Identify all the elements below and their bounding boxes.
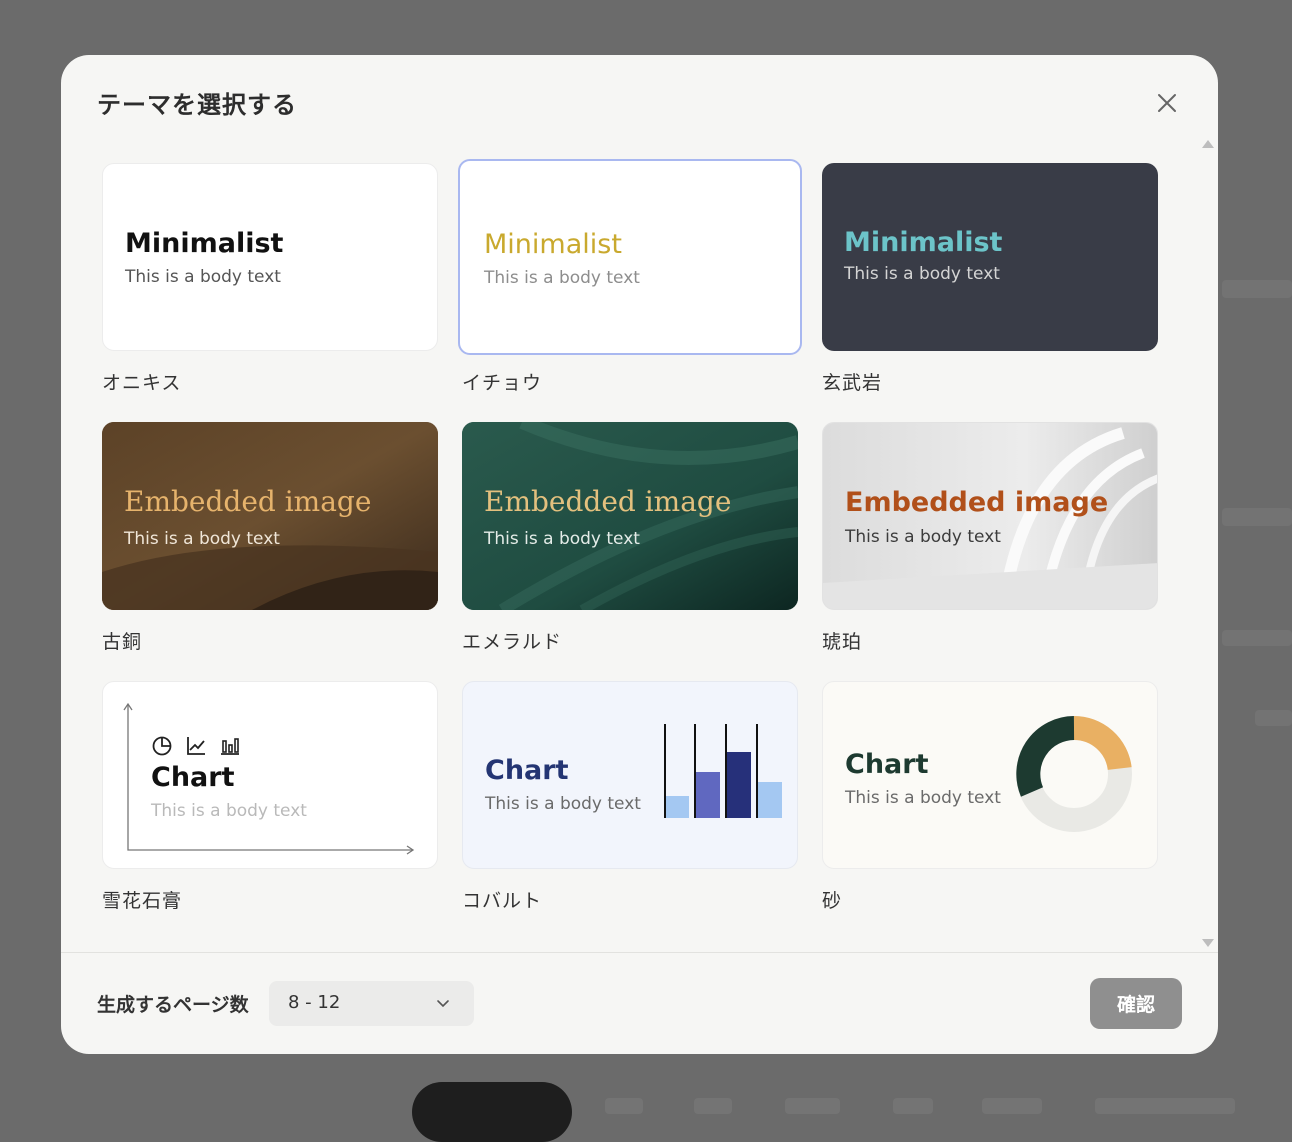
chevron-down-icon — [437, 1000, 449, 1008]
line-chart-icon — [187, 737, 205, 755]
footer-divider — [61, 952, 1218, 953]
theme-card-onyx[interactable]: Minimalist This is a body text — [102, 163, 438, 351]
theme-card-ginkgo[interactable]: Minimalist This is a body text — [458, 159, 802, 355]
theme-body-text: This is a body text — [125, 267, 281, 287]
theme-body-text: This is a body text — [844, 264, 1000, 284]
background-text — [1255, 710, 1292, 726]
theme-card-bronze[interactable]: Embedded image This is a body text — [102, 422, 438, 610]
close-icon — [1158, 94, 1176, 112]
theme-name: イチョウ — [462, 372, 543, 394]
theme-card-basalt[interactable]: Minimalist This is a body text — [822, 163, 1158, 351]
dialog-title: テーマを選択する — [97, 91, 297, 119]
background-tab — [893, 1098, 933, 1114]
background-tab — [982, 1098, 1042, 1114]
confirm-button[interactable]: 確認 — [1090, 978, 1182, 1029]
background-text — [1222, 630, 1292, 646]
background-tab — [694, 1098, 732, 1114]
theme-name: コバルト — [462, 890, 543, 912]
background-text — [1222, 508, 1292, 526]
scroll-up-arrow-icon[interactable] — [1202, 140, 1214, 148]
theme-name: 古銅 — [102, 631, 143, 653]
theme-name: 雪花石膏 — [102, 890, 183, 912]
pie-chart-icon — [152, 736, 172, 756]
pages-label: 生成するページ数 — [97, 994, 249, 1016]
theme-heading: Chart — [485, 755, 569, 786]
theme-heading: Chart — [845, 749, 929, 780]
page-count-value: 8 - 12 — [288, 992, 341, 1013]
page-count-select[interactable]: 8 - 12 — [269, 981, 474, 1026]
scroll-down-arrow-icon[interactable] — [1202, 939, 1214, 947]
close-button[interactable] — [1155, 91, 1179, 115]
theme-heading: Minimalist — [125, 228, 284, 259]
theme-name: 玄武岩 — [822, 372, 883, 394]
theme-name: 琥珀 — [822, 631, 863, 653]
theme-body-text: This is a body text — [484, 529, 640, 549]
theme-name: エメラルド — [462, 631, 563, 653]
background-tab — [1095, 1098, 1235, 1114]
theme-card-sand[interactable]: Chart This is a body text — [822, 681, 1158, 869]
background-tab — [605, 1098, 643, 1114]
theme-heading: Chart — [151, 762, 235, 793]
theme-heading: Embedded image — [845, 487, 1109, 518]
bar-chart-icon — [221, 738, 239, 755]
theme-card-alabaster[interactable]: Chart This is a body text — [102, 681, 438, 869]
background-pill — [412, 1082, 572, 1142]
theme-heading: Minimalist — [484, 229, 622, 260]
theme-heading: Minimalist — [844, 227, 1003, 258]
theme-body-text: This is a body text — [485, 794, 641, 814]
theme-heading: Embedded image — [484, 485, 732, 518]
theme-body-text: This is a body text — [151, 801, 307, 821]
theme-name: 砂 — [822, 890, 843, 912]
theme-dialog: テーマを選択する Minimalist This is a body text … — [61, 55, 1218, 1054]
theme-heading: Embedded image — [124, 485, 372, 518]
theme-name: オニキス — [102, 372, 182, 394]
background-text — [1222, 280, 1292, 298]
theme-card-cobalt[interactable]: Chart This is a body text — [462, 681, 798, 869]
theme-body-text: This is a body text — [845, 527, 1001, 547]
background-tab — [785, 1098, 840, 1114]
theme-body-text: This is a body text — [845, 788, 1001, 808]
theme-body-text: This is a body text — [484, 268, 640, 288]
theme-card-emerald[interactable]: Embedded image This is a body text — [462, 422, 798, 610]
theme-body-text: This is a body text — [124, 529, 280, 549]
theme-card-amber[interactable]: Embedded image This is a body text — [822, 422, 1158, 610]
